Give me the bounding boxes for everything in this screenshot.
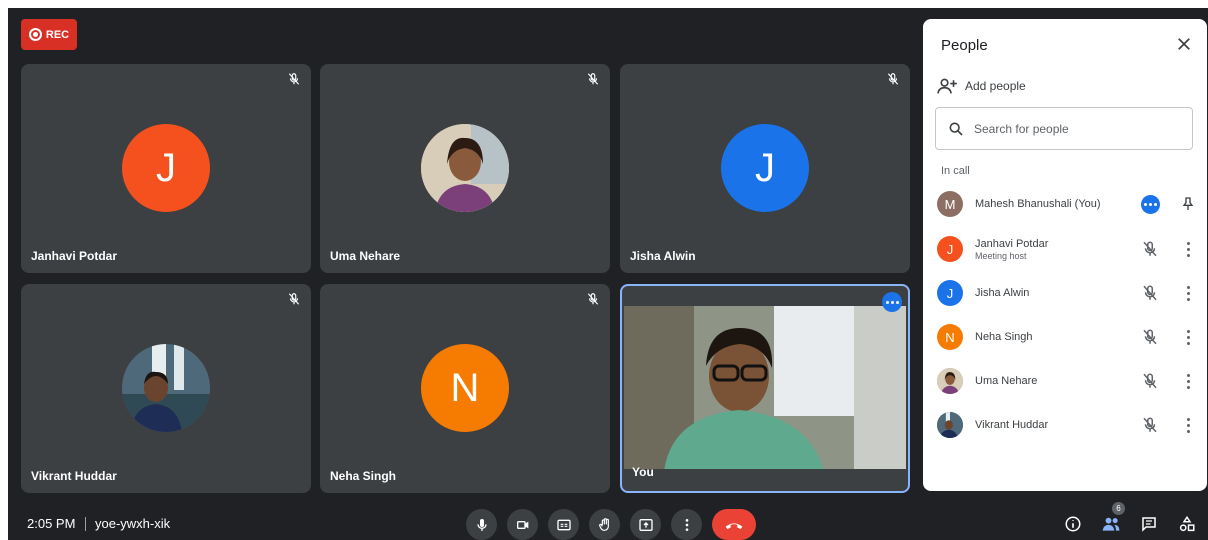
activities-button[interactable]	[1177, 514, 1197, 534]
avatar-photo	[421, 124, 509, 212]
search-icon	[949, 122, 963, 136]
participant-tile[interactable]: J Jisha Alwin	[620, 64, 910, 273]
close-icon[interactable]	[1175, 35, 1193, 53]
record-icon	[28, 28, 42, 41]
chat-icon	[1142, 517, 1156, 532]
participant-name: Mahesh Bhanushali (You)	[975, 198, 1101, 210]
participant-tile[interactable]: J Janhavi Potdar	[21, 64, 311, 273]
more-vert-icon[interactable]	[1181, 372, 1195, 390]
more-vert-icon[interactable]	[1181, 416, 1195, 434]
present-button[interactable]	[630, 509, 661, 540]
more-options-icon	[685, 518, 688, 531]
participant-row[interactable]: N Neha Singh	[937, 317, 1199, 357]
present-icon	[638, 518, 653, 531]
participant-row[interactable]: M Mahesh Bhanushali (You)	[937, 184, 1199, 224]
divider	[85, 517, 86, 531]
participant-row[interactable]: Vikrant Huddar	[937, 405, 1199, 445]
people-panel: People Add people In call M Mahesh Bhanu…	[923, 19, 1207, 491]
recording-label: REC	[45, 28, 70, 41]
people-button[interactable]	[1101, 514, 1121, 534]
participant-role: Meeting host	[975, 250, 1027, 261]
left-edge	[0, 0, 8, 540]
participant-name: You	[632, 465, 654, 479]
avatar: J	[937, 236, 963, 262]
participant-row[interactable]: J Jisha Alwin	[937, 273, 1199, 313]
mic-off-icon	[288, 293, 300, 305]
people-icon	[1102, 517, 1120, 531]
more-options-button[interactable]	[882, 292, 902, 312]
mic-off-icon[interactable]	[1141, 416, 1159, 434]
raise-hand-button[interactable]	[589, 509, 620, 540]
participant-tile[interactable]: Uma Nehare	[320, 64, 610, 273]
participant-name: Janhavi Potdar	[31, 249, 118, 263]
camera-button[interactable]	[507, 509, 538, 540]
participant-row[interactable]: Uma Nehare	[937, 361, 1199, 401]
meeting-code: yoe-ywxh-xik	[95, 516, 171, 531]
meeting-details-button[interactable]	[1063, 514, 1083, 534]
activities-icon	[1179, 515, 1195, 532]
participant-name: Vikrant Huddar	[975, 419, 1049, 431]
recording-indicator: REC	[21, 19, 77, 50]
people-count-badge: 6	[1112, 502, 1125, 515]
more-options-button[interactable]	[1141, 194, 1160, 214]
microphone-icon	[476, 518, 487, 531]
meeting-time: 2:05 PM	[27, 516, 76, 531]
mic-off-icon	[288, 73, 300, 85]
add-people-button[interactable]: Add people	[937, 77, 1026, 95]
panel-title: People	[941, 37, 988, 54]
participant-tile[interactable]: N Neha Singh	[320, 284, 610, 493]
avatar-photo	[937, 368, 963, 394]
microphone-button[interactable]	[466, 509, 497, 540]
participant-name: Jisha Alwin	[975, 287, 1030, 299]
mic-off-icon	[587, 293, 599, 305]
more-vert-icon[interactable]	[1181, 240, 1195, 258]
participant-name: Neha Singh	[330, 469, 397, 483]
hang-up-button[interactable]	[712, 509, 756, 540]
avatar-photo	[122, 344, 210, 432]
mic-off-icon[interactable]	[1141, 372, 1159, 390]
participant-row[interactable]: J Janhavi Potdar Meeting host	[937, 229, 1199, 269]
participant-name: Neha Singh	[975, 331, 1033, 343]
participant-name: Janhavi Potdar	[975, 237, 1049, 250]
mic-off-icon[interactable]	[1141, 240, 1159, 258]
avatar: N	[937, 324, 963, 350]
participant-name: Jisha Alwin	[630, 249, 696, 263]
participant-tile[interactable]: Vikrant Huddar	[21, 284, 311, 493]
pin-icon[interactable]	[1180, 195, 1196, 213]
section-label: In call	[941, 165, 970, 177]
add-people-label: Add people	[965, 79, 1026, 93]
self-video-tile[interactable]: You	[620, 284, 910, 493]
more-vert-icon[interactable]	[1181, 284, 1195, 302]
avatar: J	[937, 280, 963, 306]
avatar: J	[721, 124, 809, 212]
top-edge	[0, 0, 1208, 8]
more-vert-icon[interactable]	[1181, 328, 1195, 346]
mic-off-icon[interactable]	[1141, 284, 1159, 302]
avatar: J	[122, 124, 210, 212]
captions-button[interactable]	[548, 509, 579, 540]
captions-icon	[556, 519, 571, 530]
more-options-button[interactable]	[671, 509, 702, 540]
info-icon	[1065, 516, 1081, 532]
add-person-icon	[937, 78, 957, 94]
avatar: M	[937, 191, 963, 217]
hang-up-icon	[725, 522, 743, 529]
participant-name: Uma Nehare	[330, 249, 401, 263]
camera-icon	[516, 520, 528, 529]
mic-off-icon[interactable]	[1141, 328, 1159, 346]
mic-off-icon	[587, 73, 599, 85]
participant-name: Uma Nehare	[975, 375, 1038, 387]
participant-name: Vikrant Huddar	[31, 469, 117, 483]
search-field[interactable]	[935, 107, 1193, 150]
raise-hand-icon	[598, 517, 609, 531]
mic-off-icon	[887, 73, 899, 85]
avatar-photo	[937, 412, 963, 438]
search-input[interactable]	[972, 120, 1176, 137]
self-video	[624, 306, 906, 469]
chat-button[interactable]	[1139, 514, 1159, 534]
avatar: N	[421, 344, 509, 432]
